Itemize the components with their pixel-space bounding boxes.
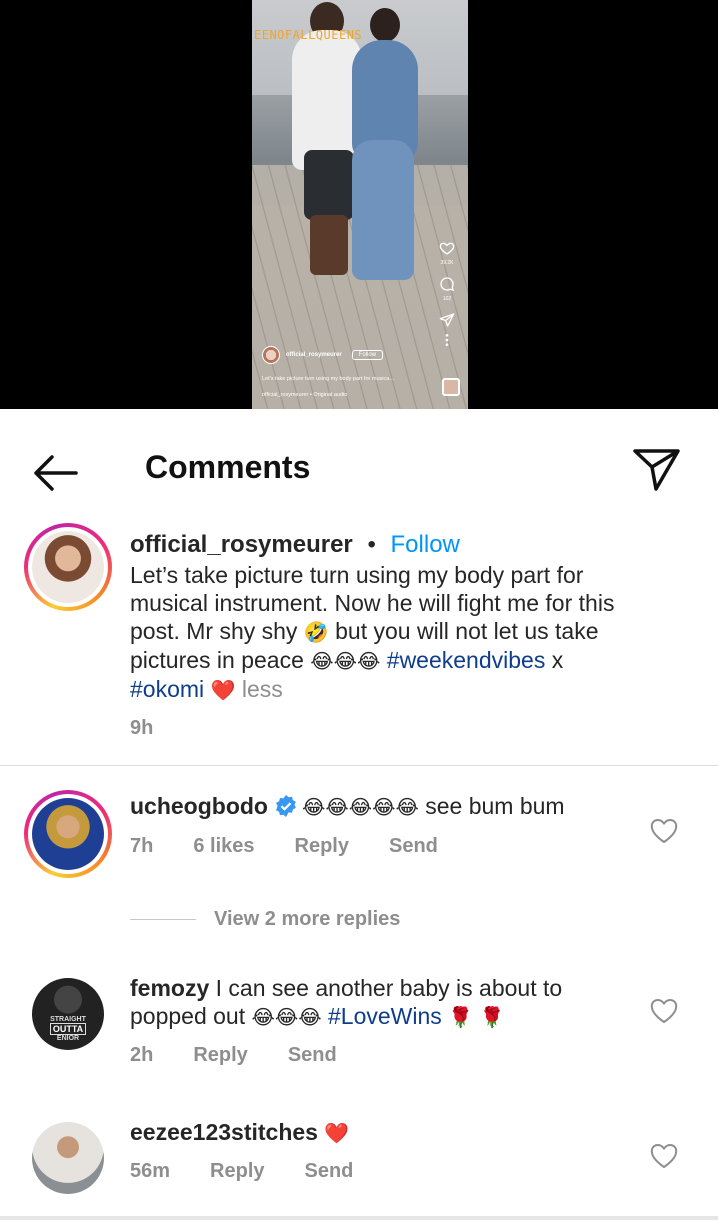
comment-meta: 56m Reply Send (130, 1160, 353, 1183)
timestamp: 7h (130, 835, 154, 857)
heart-icon[interactable] (650, 998, 678, 1024)
comment-text: eezee123stitches ❤️ (130, 1118, 650, 1147)
timestamp: 2h (130, 1044, 154, 1066)
avatar[interactable]: STRAIGHT OUTTA ENIOR (32, 978, 104, 1050)
video-frame[interactable]: EENOFALLQUEENS 39.2K 102 official_rosyme… (252, 0, 468, 409)
post-caption: official_rosymeurer • Follow Let’s take … (0, 509, 718, 765)
hashtag-link[interactable]: #weekendvibes (387, 647, 546, 673)
comment-username[interactable]: femozy (130, 975, 209, 1001)
comment-count: 102 (442, 296, 452, 302)
laughing-emoji-icon: 😂😂😂😂😂 (301, 795, 419, 819)
video-caption[interactable]: Let's take picture turn using my body pa… (262, 376, 437, 382)
send-button[interactable]: Send (389, 835, 438, 858)
avatar[interactable] (24, 523, 112, 611)
separator-dot: • (367, 531, 376, 558)
comment-item: STRAIGHT OUTTA ENIOR femozy I can see an… (0, 960, 718, 1080)
reply-button[interactable]: Reply (193, 1044, 247, 1067)
less-button[interactable]: less (242, 676, 283, 702)
video-player[interactable]: EENOFALLQUEENS 39.2K 102 official_rosyme… (0, 0, 718, 409)
video-username[interactable]: official_rosymeurer (286, 352, 342, 358)
video-watermark: EENOFALLQUEENS (254, 28, 363, 42)
comment-body: popped out (130, 1003, 252, 1029)
person-a-legs (310, 215, 348, 275)
reply-button[interactable]: Reply (295, 835, 349, 858)
rose-emoji-icon: 🌹 🌹 (448, 1005, 505, 1029)
hashtag-link[interactable]: #okomi (130, 676, 204, 702)
caption-line: pictures in peace 😂😂😂 #weekendvibes x (130, 647, 564, 673)
video-follow-button[interactable]: Follow (351, 350, 384, 360)
avatar[interactable] (262, 346, 280, 364)
hashtag-link[interactable]: #LoveWins (328, 1003, 442, 1029)
comment-item: eezee123stitches ❤️ 56m Reply Send (0, 1100, 718, 1216)
avatar-text: OUTTA (49, 1023, 87, 1035)
reply-button[interactable]: Reply (210, 1160, 264, 1183)
heart-icon[interactable] (650, 1143, 678, 1169)
laughing-emoji-icon: 😂😂😂 (251, 1005, 322, 1029)
more-icon[interactable] (439, 332, 455, 348)
avatar[interactable] (24, 790, 112, 878)
comment-text: ucheogbodo 😂😂😂😂😂 see bum bum (130, 792, 650, 821)
caption-line: #okomi ❤️ less (130, 675, 650, 704)
send-icon[interactable] (630, 443, 682, 495)
post-meta: 9h (130, 717, 153, 740)
avatar-text: ENIOR (56, 1035, 80, 1042)
share-icon[interactable] (439, 312, 455, 328)
view-more-replies-button[interactable]: View 2 more replies (130, 908, 400, 931)
comment-text: femozy I can see another baby is about t… (130, 974, 650, 1031)
comment-body: see bum bum (418, 793, 565, 819)
audio-thumbnail[interactable] (442, 378, 460, 396)
caption-line: Let’s take picture turn using my body pa… (130, 562, 584, 588)
comment-item: ucheogbodo 😂😂😂😂😂 see bum bum 7h 6 likes R… (0, 766, 718, 896)
comment-username[interactable]: ucheogbodo (130, 793, 268, 819)
send-button[interactable]: Send (305, 1160, 354, 1183)
video-audio-label[interactable]: official_rosymeurer • Original audio (262, 392, 347, 398)
timestamp: 56m (130, 1160, 171, 1182)
back-arrow-icon[interactable] (30, 453, 80, 493)
person-a-shorts (304, 150, 354, 220)
likes-count[interactable]: 6 likes (193, 835, 254, 858)
verified-badge-icon (276, 795, 296, 817)
comment-icon[interactable] (439, 276, 455, 292)
post-username[interactable]: official_rosymeurer (130, 531, 353, 558)
replies-line (130, 919, 196, 920)
view-replies-label[interactable]: View 2 more replies (214, 908, 400, 931)
person-b-pants (352, 140, 414, 280)
comment-username[interactable]: eezee123stitches (130, 1119, 318, 1145)
video-actions: 39.2K 102 (436, 240, 458, 348)
divider (0, 1216, 718, 1220)
comment-body: I can see another baby is about to (209, 975, 563, 1001)
comment-meta: 7h 6 likes Reply Send (130, 835, 438, 858)
follow-button[interactable]: Follow (391, 531, 460, 558)
comment-meta: 2h Reply Send (130, 1044, 337, 1067)
timestamp: 9h (130, 717, 154, 739)
send-button[interactable]: Send (288, 1044, 337, 1067)
heart-emoji-icon: ❤️ (324, 1121, 350, 1145)
caption-line: musical instrument. Now he will fight me… (130, 590, 615, 616)
caption-text: official_rosymeurer • Follow Let’s take … (130, 529, 650, 704)
caption-line: post. Mr shy shy 🤣 but you will not let … (130, 618, 599, 644)
comments-header: Comments (0, 409, 718, 509)
like-count: 39.2K (440, 260, 454, 266)
avatar[interactable] (32, 1122, 104, 1194)
video-user-row: official_rosymeurer Follow (262, 346, 384, 364)
page-title: Comments (145, 449, 311, 485)
heart-icon[interactable] (650, 818, 678, 844)
heart-icon[interactable] (439, 240, 455, 256)
avatar-text: STRAIGHT (50, 1016, 86, 1023)
laughing-emoji-icon: 😂😂😂 (310, 649, 381, 673)
heart-emoji-icon: ❤️ (210, 678, 236, 702)
rofl-emoji-icon: 🤣 (303, 620, 329, 644)
